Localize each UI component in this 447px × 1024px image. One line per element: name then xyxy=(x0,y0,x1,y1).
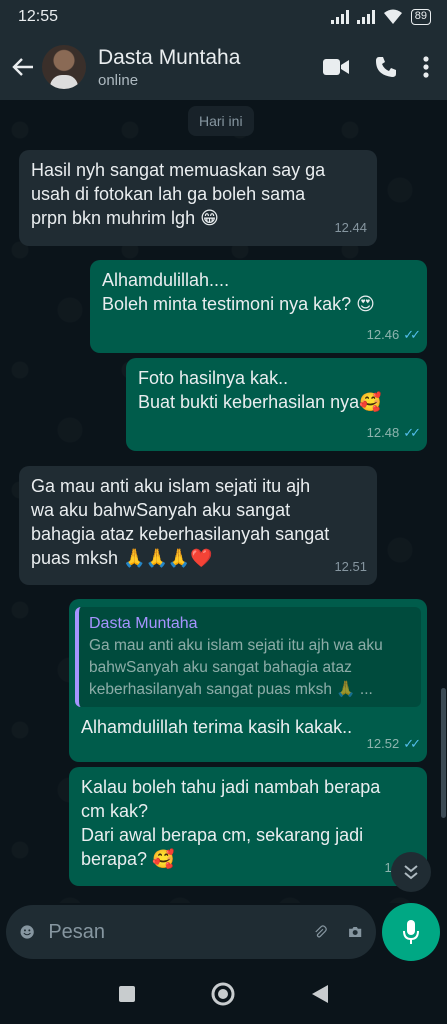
battery-icon: 89 xyxy=(410,9,431,25)
chat-area[interactable]: Hari ini Hasil nyh sangat memuaskan say … xyxy=(0,100,447,903)
signal-icon xyxy=(330,10,349,24)
message-time: 12.52 xyxy=(366,736,400,751)
read-ticks-icon: ✓✓ xyxy=(403,736,421,751)
mic-button[interactable] xyxy=(382,903,440,961)
emoji-icon[interactable] xyxy=(20,919,34,945)
mic-icon xyxy=(403,920,419,944)
contact-status: online xyxy=(98,71,139,89)
message-bubble-in[interactable]: Hasil nyh sangat memuaskan say ga usah d… xyxy=(19,150,377,246)
nav-home-icon[interactable] xyxy=(211,982,235,1006)
chat-header: Dasta Muntaha online xyxy=(0,34,447,100)
message-text: Hasil nyh sangat memuaskan say ga usah d… xyxy=(31,160,326,228)
message-time: 12.51 xyxy=(334,559,367,574)
video-call-icon[interactable] xyxy=(323,58,349,76)
scrollbar[interactable] xyxy=(441,688,446,818)
message-time: 12.48 xyxy=(366,425,400,440)
quoted-message[interactable]: Dasta Muntaha Ga mau anti aku islam seja… xyxy=(75,607,421,707)
message-text: Foto hasilnya kak.. Buat bukti keberhasi… xyxy=(138,368,382,412)
message-input[interactable] xyxy=(48,920,314,944)
contact-name: Dasta Muntaha xyxy=(98,45,241,69)
read-ticks-icon: ✓✓ xyxy=(403,425,421,440)
message-bubble-out[interactable]: Foto hasilnya kak.. Buat bukti keberhasi… xyxy=(126,358,427,451)
message-bubble-out[interactable]: Alhamdulillah.... Boleh minta testimoni … xyxy=(90,260,427,353)
message-text: Kalau boleh tahu jadi nambah berapa cm k… xyxy=(81,777,381,869)
read-ticks-icon: ✓✓ xyxy=(403,327,421,342)
message-bubble-out-reply[interactable]: Dasta Muntaha Ga mau anti aku islam seja… xyxy=(69,599,427,762)
message-text: Alhamdulillah.... Boleh minta testimoni … xyxy=(102,270,375,314)
quoted-sender: Dasta Muntaha xyxy=(89,615,198,632)
attach-icon[interactable] xyxy=(313,919,328,945)
quoted-text: Ga mau anti aku islam sejati itu ajh wa … xyxy=(89,637,383,698)
date-divider: Hari ini xyxy=(188,106,254,136)
status-icons: 89 xyxy=(330,9,431,25)
nav-recents-icon[interactable] xyxy=(118,985,136,1003)
more-vert-icon[interactable] xyxy=(423,56,429,78)
message-bubble-in[interactable]: Ga mau anti aku islam sejati itu ajh wa … xyxy=(19,466,377,585)
scroll-down-icon[interactable] xyxy=(391,852,431,892)
phone-icon[interactable] xyxy=(375,56,397,78)
status-time: 12:55 xyxy=(18,8,59,25)
status-bar: 12:55 89 xyxy=(0,0,447,34)
message-text: Alhamdulillah terima kasih kakak.. xyxy=(81,717,353,737)
system-nav-bar xyxy=(0,963,447,1024)
back-arrow-icon[interactable] xyxy=(10,57,36,77)
message-time: 12.46 xyxy=(366,327,400,342)
battery-level: 89 xyxy=(414,10,427,22)
wifi-icon xyxy=(383,9,402,24)
input-bar xyxy=(0,903,447,963)
message-time: 12.44 xyxy=(334,220,367,235)
camera-icon[interactable] xyxy=(348,921,362,943)
message-input-container xyxy=(6,905,376,959)
nav-back-icon[interactable] xyxy=(311,984,329,1004)
avatar[interactable] xyxy=(42,45,86,89)
contact-info[interactable]: Dasta Muntaha online xyxy=(98,46,323,89)
message-bubble-out[interactable]: Kalau boleh tahu jadi nambah berapa cm k… xyxy=(69,767,427,886)
signal-icon-2 xyxy=(356,10,375,24)
message-text: Ga mau anti aku islam sejati itu ajh wa … xyxy=(31,476,330,568)
